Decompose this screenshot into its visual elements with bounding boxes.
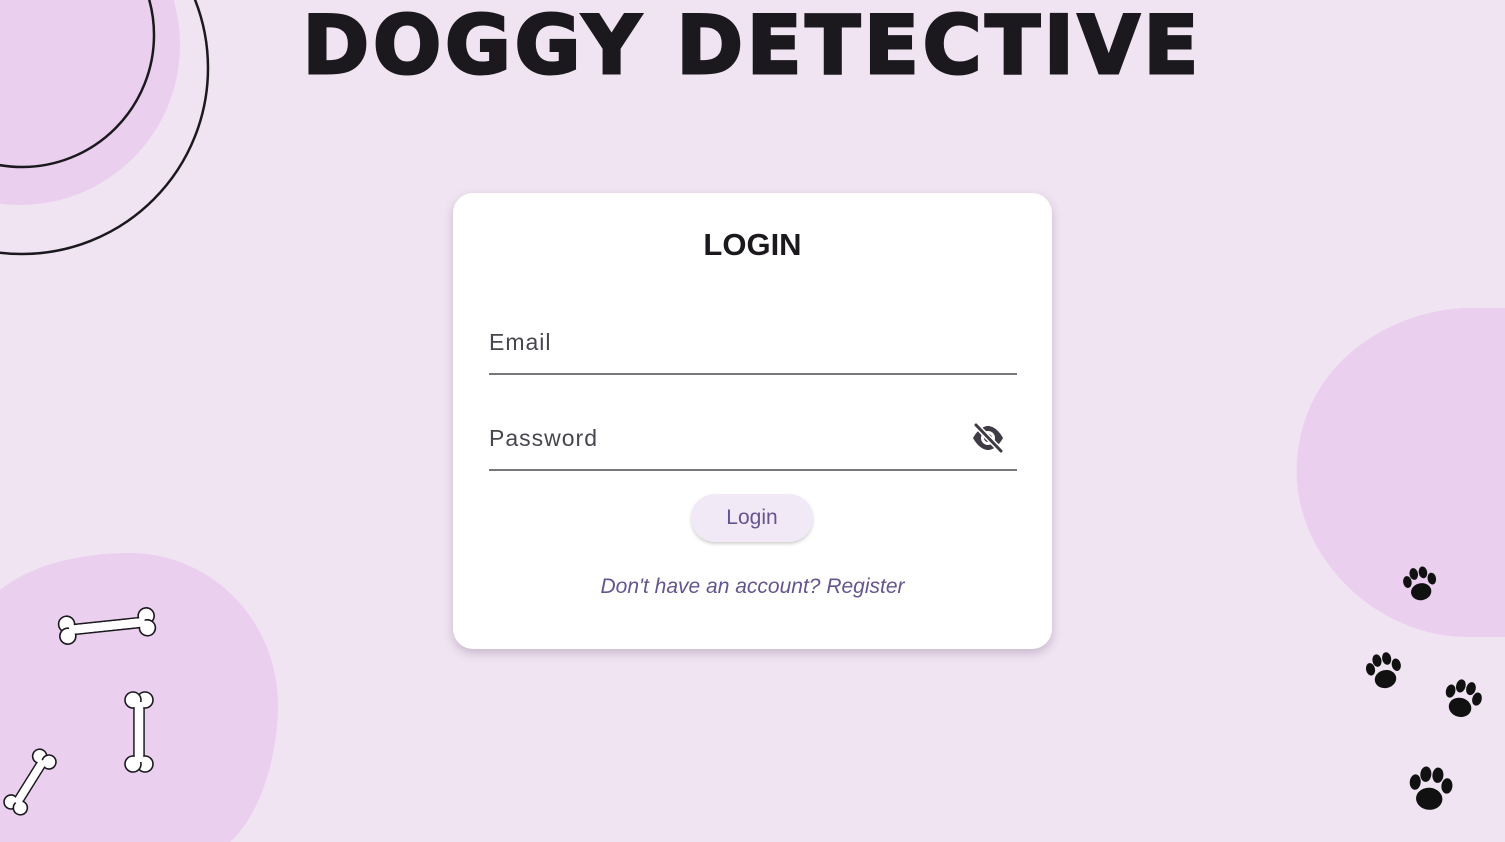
register-link[interactable]: Don't have an account? Register bbox=[453, 575, 1052, 599]
login-card: LOGIN Login Don't have an account? Regis… bbox=[453, 193, 1052, 649]
login-page: Doggy Detective LOGIN Login Don't have a… bbox=[0, 0, 1505, 842]
paw-icon bbox=[1445, 679, 1482, 717]
bones-decoration bbox=[0, 553, 279, 842]
paw-icon bbox=[1409, 766, 1453, 810]
paws-decoration bbox=[1296, 308, 1505, 810]
app-title: Doggy Detective bbox=[301, 0, 1203, 92]
paw-blob bbox=[1296, 308, 1505, 637]
email-input[interactable] bbox=[489, 313, 959, 371]
password-visibility-toggle[interactable] bbox=[969, 422, 1007, 454]
login-title: LOGIN bbox=[703, 227, 802, 262]
eye-off-icon bbox=[973, 423, 1004, 453]
password-input[interactable] bbox=[489, 409, 959, 467]
paw-icon bbox=[1365, 652, 1401, 689]
password-field bbox=[489, 409, 1017, 471]
email-field bbox=[489, 313, 1017, 375]
login-button[interactable]: Login bbox=[691, 494, 813, 542]
